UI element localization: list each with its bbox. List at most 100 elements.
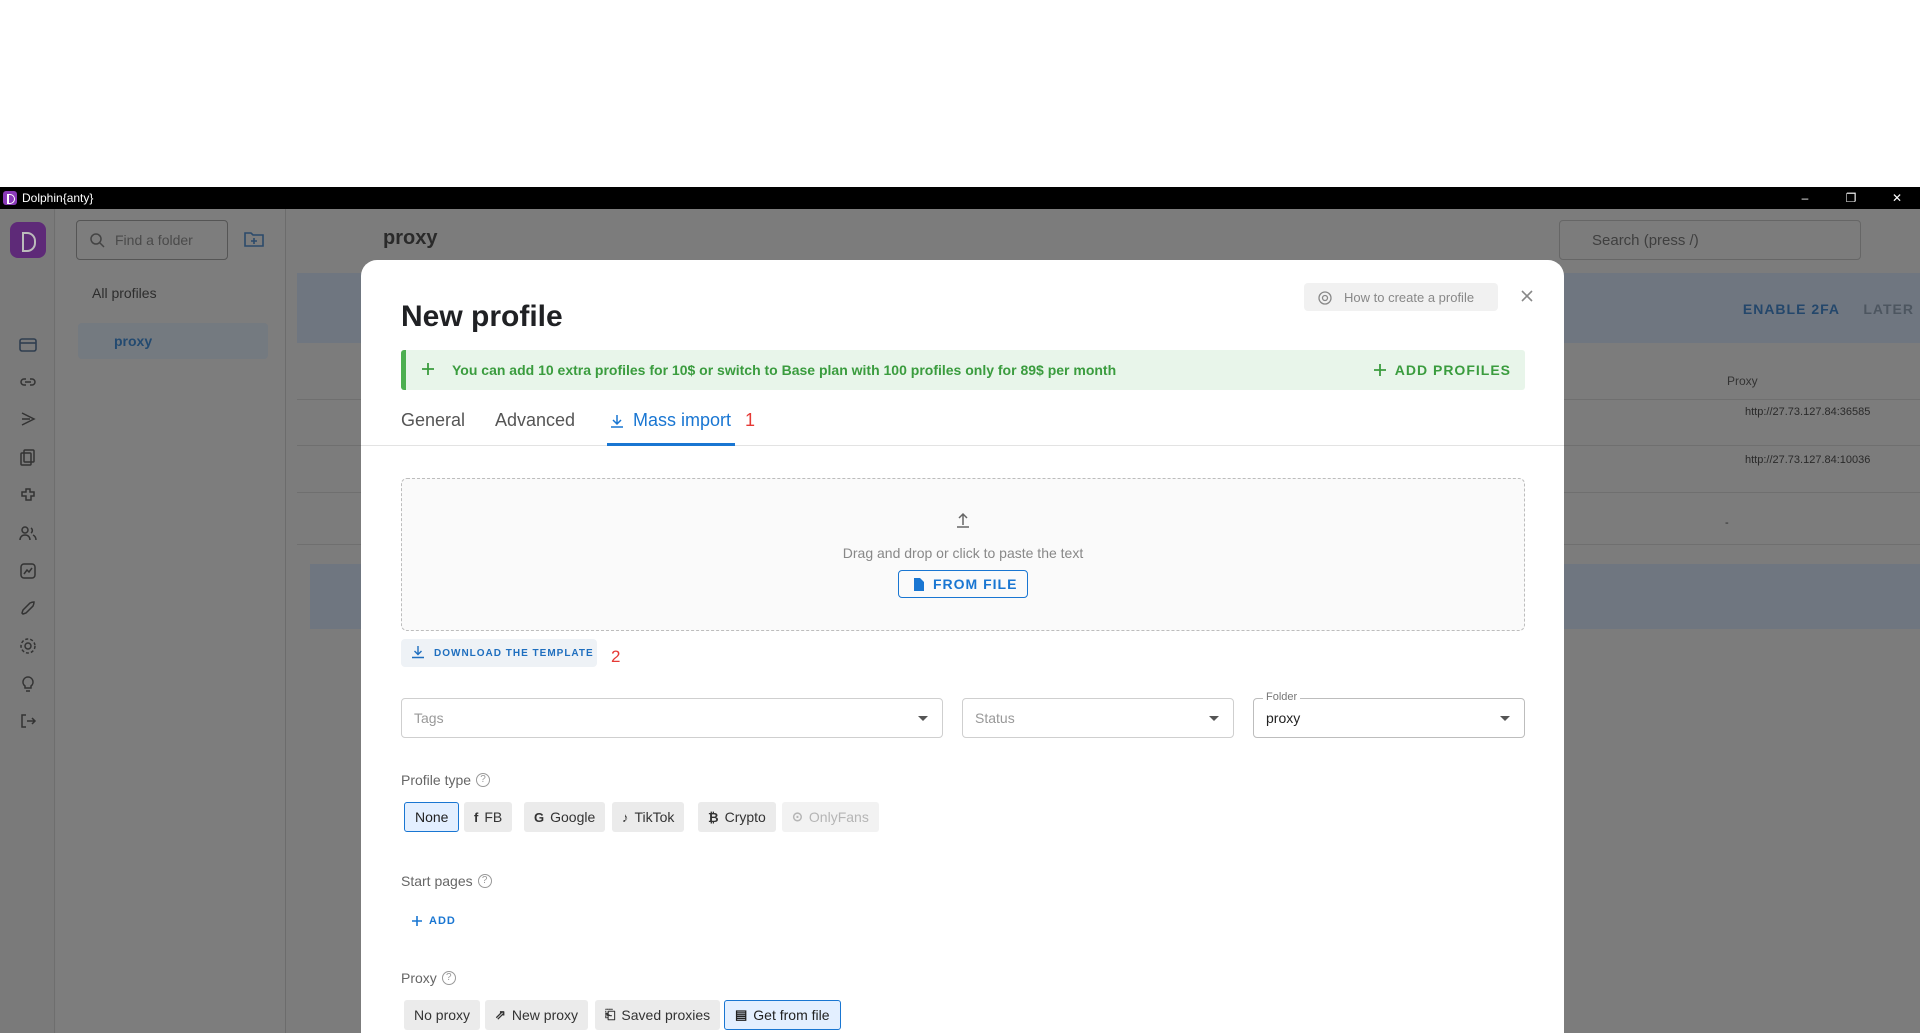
copy-icon[interactable] xyxy=(18,447,38,467)
facebook-icon: f xyxy=(474,809,479,825)
proxy-option-no-proxy[interactable]: No proxy xyxy=(404,1000,481,1030)
from-file-label: FROM FILE xyxy=(933,576,1018,592)
profile-type-none[interactable]: None xyxy=(404,802,460,832)
promo-text: You can add 10 extra profiles for 10$ or… xyxy=(452,362,1117,378)
proxy-cell: http://27.73.127.84:10036 xyxy=(1745,454,1871,466)
add-folder-icon[interactable] xyxy=(243,228,265,250)
help-lifebuoy-icon xyxy=(1318,291,1332,305)
file-icon xyxy=(914,578,924,591)
link-icon[interactable] xyxy=(18,372,38,392)
tiktok-icon: ♪ xyxy=(622,809,629,825)
close-icon[interactable] xyxy=(1517,286,1537,306)
search-icon xyxy=(90,233,105,248)
restore-button[interactable]: ❐ xyxy=(1828,187,1874,209)
folder-item-label: proxy xyxy=(114,333,153,349)
howto-label: How to create a profile xyxy=(1344,289,1475,305)
status-placeholder: Status xyxy=(975,710,1015,726)
tab-advanced[interactable]: Advanced xyxy=(495,410,575,448)
statistics-icon[interactable] xyxy=(18,561,38,581)
download-template-button[interactable]: DOWNLOAD THE TEMPLATE xyxy=(401,639,597,667)
download-template-label: DOWNLOAD THE TEMPLATE xyxy=(434,647,594,659)
browser-profiles-icon[interactable] xyxy=(18,335,38,355)
chip-label: Get from file xyxy=(753,1007,830,1023)
folders-panel: Find a folder All profiles proxy xyxy=(56,209,286,1033)
start-pages-label: Start pages ? xyxy=(401,873,492,889)
window-titlebar: Dolphin{anty} – ❐ ✕ xyxy=(0,187,1920,209)
chip-label: Saved proxies xyxy=(621,1007,711,1023)
how-to-create-profile-button[interactable]: How to create a profile xyxy=(1304,283,1498,311)
folder-select[interactable]: Folder proxy xyxy=(1253,691,1525,738)
left-nav-rail xyxy=(0,209,55,1033)
window-controls: – ❐ ✕ xyxy=(1782,187,1920,209)
extensions-icon[interactable] xyxy=(18,485,38,505)
from-file-button[interactable]: FROM FILE xyxy=(898,570,1028,598)
close-window-button[interactable]: ✕ xyxy=(1874,187,1920,209)
proxy-option-saved-proxies[interactable]: ⎗ Saved proxies xyxy=(595,1000,721,1030)
proxy-cell: - xyxy=(1725,517,1729,529)
minimize-button[interactable]: – xyxy=(1782,187,1828,209)
tab-general[interactable]: General xyxy=(401,410,465,448)
logout-icon[interactable] xyxy=(18,711,38,731)
chip-label: Google xyxy=(550,809,596,825)
folder-search-input[interactable]: Find a folder xyxy=(76,220,228,260)
profile-type-onlyfans[interactable]: ⊙ OnlyFans xyxy=(782,802,879,832)
folder-item-proxy[interactable]: proxy xyxy=(78,323,268,359)
proxy-option-new-proxy[interactable]: ⇗ New proxy xyxy=(485,1000,589,1030)
all-profiles-link[interactable]: All profiles xyxy=(92,285,157,301)
dropzone-text: Drag and drop or click to paste the text xyxy=(842,545,1084,561)
modal-tabs: General Advanced Mass import 1 xyxy=(361,408,1564,446)
upgrade-promo-banner: You can add 10 extra profiles for 10$ or… xyxy=(401,350,1525,390)
add-profiles-button[interactable]: ADD PROFILES xyxy=(1373,362,1511,378)
add-label: ADD xyxy=(429,915,456,927)
proxy-cell: http://27.73.127.84:36585 xyxy=(1745,406,1871,418)
step-annotation-1: 1 xyxy=(745,410,756,430)
profile-type-google[interactable]: G Google xyxy=(524,802,606,832)
profile-search-input[interactable]: Search (press /) xyxy=(1559,220,1861,260)
bitcoin-icon: ₿ xyxy=(708,809,719,825)
help-icon[interactable]: ? xyxy=(477,874,492,888)
tags-select[interactable]: Tags xyxy=(401,698,943,738)
chip-label: New proxy xyxy=(511,1007,579,1023)
settings-gear-icon[interactable] xyxy=(18,636,38,656)
profile-search-placeholder: Search (press /) xyxy=(1592,231,1699,249)
chip-label: No proxy xyxy=(414,1007,471,1023)
folder-field-label: Folder xyxy=(1263,691,1301,703)
proxy-option-get-from-file[interactable]: ▤ Get from file xyxy=(724,1000,841,1030)
plus-icon xyxy=(412,916,422,926)
help-icon[interactable]: ? xyxy=(441,971,456,985)
lightbulb-icon[interactable] xyxy=(18,674,38,694)
page-title: proxy xyxy=(383,227,438,249)
profile-type-fb[interactable]: f FB xyxy=(464,802,513,832)
profile-type-tiktok[interactable]: ♪ TikTok xyxy=(612,802,685,832)
tags-placeholder: Tags xyxy=(414,710,444,726)
chevron-down-icon xyxy=(1500,716,1510,721)
modal-title: New profile xyxy=(401,300,563,333)
chip-label: TikTok xyxy=(634,809,675,825)
users-icon[interactable] xyxy=(18,523,38,543)
window-title: Dolphin{anty} xyxy=(22,191,94,205)
enable-2fa-button[interactable]: ENABLE 2FA xyxy=(1743,301,1840,317)
add-start-page-button[interactable]: ADD xyxy=(411,915,456,927)
rocket-icon[interactable] xyxy=(18,599,38,619)
proxy-column-header: Proxy xyxy=(1727,374,1758,388)
profile-type-label: Profile type ? xyxy=(401,772,491,788)
add-profiles-label: ADD PROFILES xyxy=(1394,362,1511,378)
file-icon: ▤ xyxy=(735,1007,748,1022)
status-select[interactable]: Status xyxy=(962,698,1234,738)
proxy-label: Proxy ? xyxy=(401,970,456,986)
tab-mass-import[interactable]: Mass import xyxy=(607,408,735,446)
later-button[interactable]: LATER xyxy=(1863,301,1914,317)
chip-label: Crypto xyxy=(724,809,766,825)
proxy-label-text: Proxy xyxy=(401,970,437,986)
profile-type-crypto[interactable]: ₿ Crypto xyxy=(698,802,776,832)
start-pages-label-text: Start pages xyxy=(401,873,473,889)
chip-label: None xyxy=(415,809,449,825)
paste-dropzone[interactable]: Drag and drop or click to paste the text… xyxy=(401,478,1525,631)
help-icon[interactable]: ? xyxy=(476,773,491,787)
tab-mass-import-label: Mass import xyxy=(633,410,732,430)
automation-icon[interactable] xyxy=(18,409,38,429)
dolphin-logo-icon[interactable] xyxy=(10,222,46,258)
chevron-down-icon xyxy=(1209,716,1219,721)
chip-label: OnlyFans xyxy=(808,809,869,825)
upload-icon xyxy=(957,512,969,528)
